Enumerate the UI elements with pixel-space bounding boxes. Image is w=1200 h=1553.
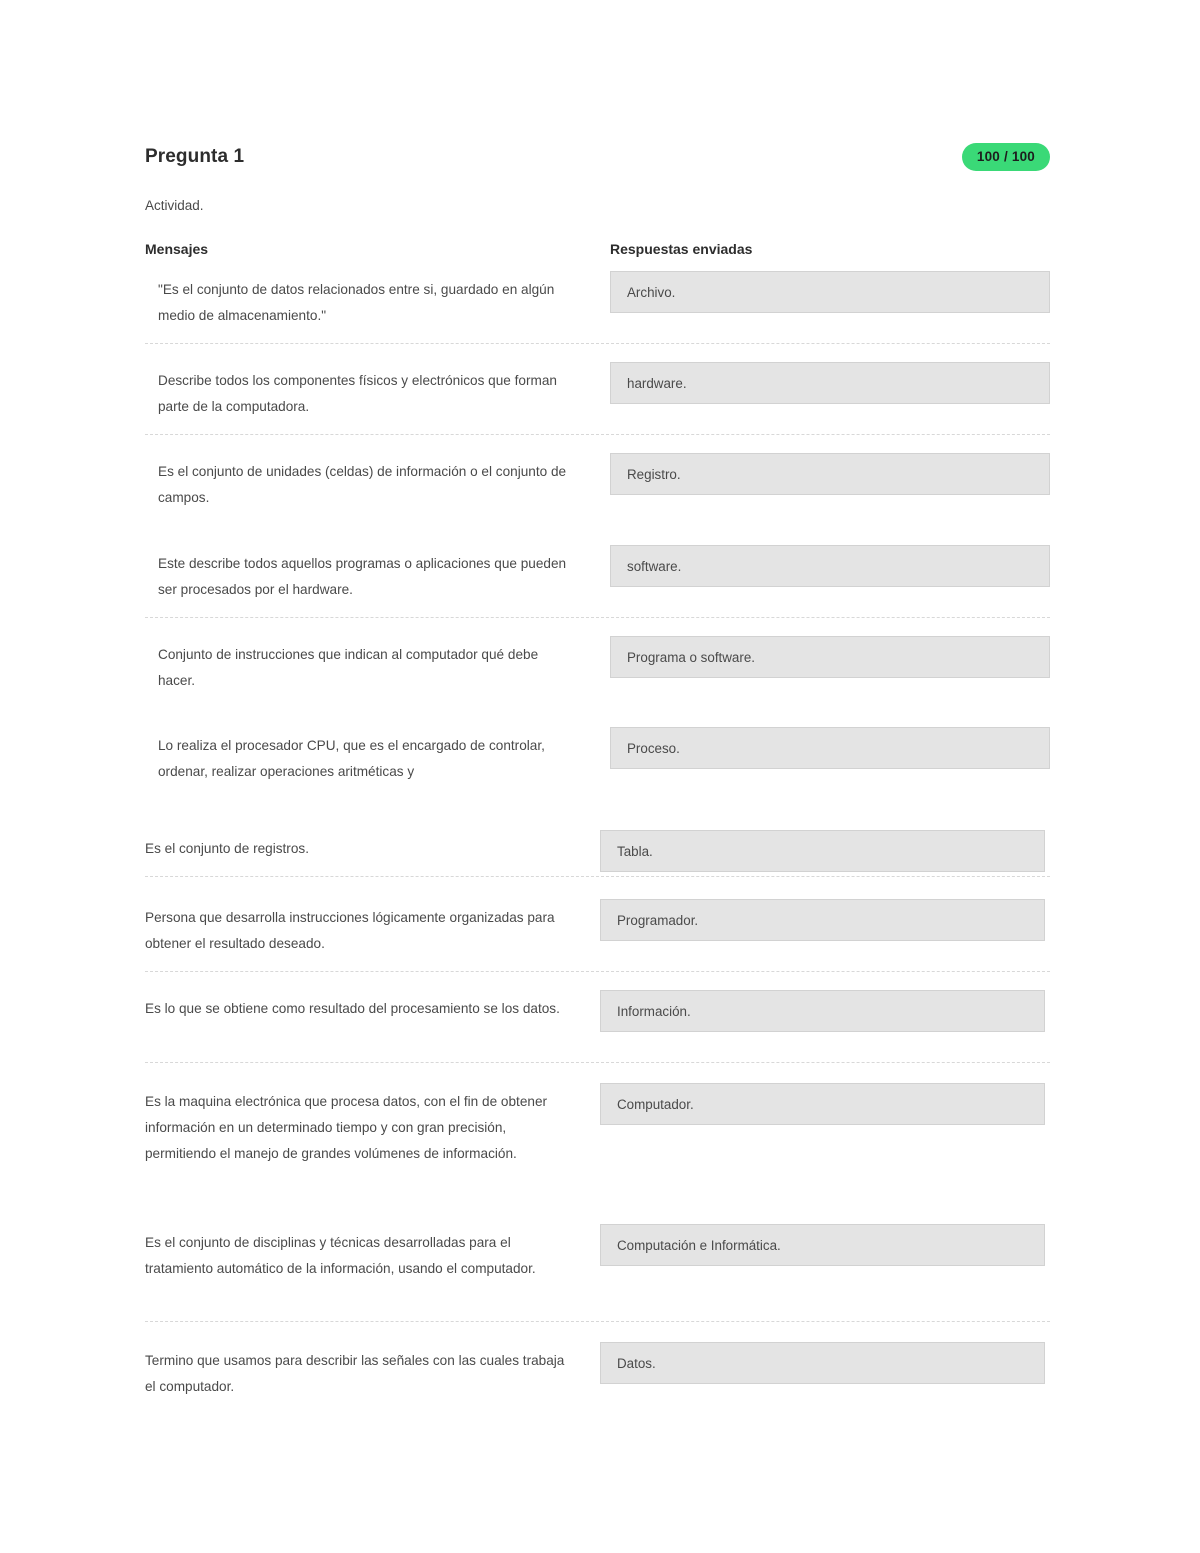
message-text: "Es el conjunto de datos relacionados en… [158, 282, 555, 323]
submitted-answer-field[interactable]: Programa o software. [610, 636, 1050, 678]
message-text: Es el conjunto de registros. [145, 841, 309, 856]
submitted-answer-field[interactable]: hardware. [610, 362, 1050, 404]
message-text: Este describe todos aquellos programas o… [158, 556, 567, 597]
table-row: Termino que usamos para describir las se… [145, 1342, 1050, 1400]
table-row: Es lo que se obtiene como resultado del … [145, 990, 1050, 1048]
row-divider [145, 343, 1050, 344]
submitted-answer-field[interactable]: Computador. [600, 1083, 1045, 1125]
row-divider [145, 617, 1050, 618]
row-divider [145, 1062, 1050, 1063]
table-row: Lo realiza el procesador CPU, que es el … [145, 727, 1050, 785]
table-row: "Es el conjunto de datos relacionados en… [145, 271, 1050, 329]
table-row: Describe todos los componentes físicos y… [145, 362, 1050, 420]
message-text: Es el conjunto de unidades (celdas) de i… [158, 464, 567, 505]
question-header: Pregunta 1 100 / 100 [145, 140, 1050, 174]
status-badge: 100 / 100 [961, 143, 1050, 171]
message-text: Describe todos los componentes físicos y… [158, 373, 557, 414]
table-row: Es el conjunto de unidades (celdas) de i… [145, 453, 1050, 511]
message-text: Termino que usamos para describir las se… [145, 1353, 565, 1394]
submitted-answer-field[interactable]: Tabla. [600, 830, 1045, 872]
row-divider [145, 1321, 1050, 1322]
table-row: Conjunto de instrucciones que indican al… [145, 636, 1050, 694]
activity-label: Actividad. [145, 198, 204, 213]
table-row: Es la maquina electrónica que procesa da… [145, 1083, 1050, 1193]
submitted-answer-field[interactable]: Archivo. [610, 271, 1050, 313]
message-text: Es lo que se obtiene como resultado del … [145, 1001, 560, 1016]
submitted-answer-field[interactable]: Información. [600, 990, 1045, 1032]
column-headers: Mensajes Respuestas enviadas [145, 241, 1050, 263]
row-divider [145, 971, 1050, 972]
message-text: Es el conjunto de disciplinas y técnicas… [145, 1235, 536, 1276]
matching-rows-list: "Es el conjunto de datos relacionados en… [145, 271, 1050, 1420]
question-review-page: Pregunta 1 100 / 100 Actividad. Mensajes… [0, 0, 1200, 1553]
row-divider [145, 434, 1050, 435]
column-header-respuestas: Respuestas enviadas [610, 241, 753, 257]
submitted-answer-field[interactable]: Programador. [600, 899, 1045, 941]
message-text: Conjunto de instrucciones que indican al… [158, 647, 539, 688]
table-row: Persona que desarrolla instrucciones lóg… [145, 899, 1050, 957]
submitted-answer-field[interactable]: Proceso. [610, 727, 1050, 769]
table-row: Este describe todos aquellos programas o… [145, 545, 1050, 603]
table-row: Es el conjunto de disciplinas y técnicas… [145, 1224, 1050, 1308]
message-text: Persona que desarrolla instrucciones lóg… [145, 910, 555, 951]
submitted-answer-field[interactable]: Registro. [610, 453, 1050, 495]
submitted-answer-field[interactable]: software. [610, 545, 1050, 587]
column-header-mensajes: Mensajes [145, 241, 209, 257]
message-text: Lo realiza el procesador CPU, que es el … [158, 738, 545, 779]
submitted-answer-field[interactable]: Datos. [600, 1342, 1045, 1384]
row-divider [145, 876, 1050, 877]
submitted-answer-field[interactable]: Computación e Informática. [600, 1224, 1045, 1266]
message-text: Es la maquina electrónica que procesa da… [145, 1094, 548, 1161]
question-content: Pregunta 1 100 / 100 Actividad. Mensajes… [145, 140, 1050, 1420]
page-title: Pregunta 1 [145, 146, 245, 167]
table-row: Es el conjunto de registros. Tabla. [145, 830, 1050, 872]
